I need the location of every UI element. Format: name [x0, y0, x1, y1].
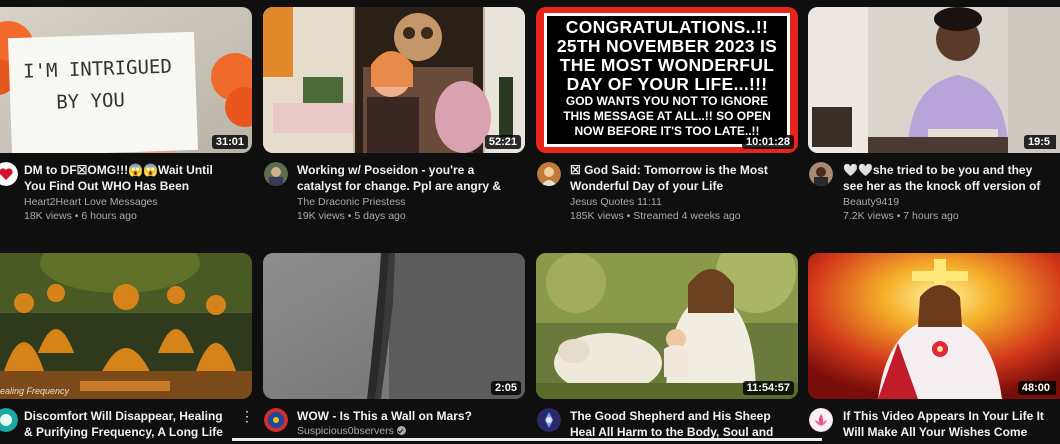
channel-name[interactable]: Jesus Quotes 11:11 — [570, 196, 662, 208]
thumbnail-image — [263, 253, 525, 399]
thumbnail-caption: ealing Frequency — [0, 386, 70, 396]
channel-avatar[interactable] — [537, 162, 561, 186]
channel-name[interactable]: Beauty9419 — [843, 196, 899, 208]
channel-name[interactable]: The Draconic Priestess — [297, 196, 406, 208]
thumbnail-announcement: CONGRATULATIONS..!! 25TH NOVEMBER 2023 I… — [544, 13, 790, 147]
video-title[interactable]: DM to DF☒OMG!!!😱😱Wait Until You Find Out… — [24, 162, 234, 194]
video-title[interactable]: Discomfort Will Disappear, Healing & Pur… — [24, 408, 234, 440]
video-title[interactable]: The Good Shepherd and His Sheep Heal All… — [570, 408, 782, 440]
video-duration: 31:01 — [211, 135, 248, 149]
video-duration: 52:21 — [484, 135, 521, 149]
video-duration: 2:05 — [490, 381, 521, 395]
thumbnail-note: I'M INTRIGUED BY YOU — [7, 31, 199, 153]
video-meta: 185K views • Streamed 4 weeks ago — [570, 210, 741, 222]
video-title[interactable]: ☒ God Said: Tomorrow is the Most Wonderf… — [570, 162, 782, 194]
channel-avatar[interactable] — [809, 408, 833, 432]
thumbnail-text-line: I'M INTRIGUED — [22, 55, 173, 83]
more-vert-icon[interactable]: ⋮ — [240, 408, 254, 424]
video-title[interactable]: If This Video Appears In Your Life It Wi… — [843, 408, 1053, 440]
video-meta: 7.2K views • 7 hours ago — [843, 210, 959, 222]
thumbnail-text-line: CONGRATULATIONS..!! — [565, 17, 769, 37]
thumbnail-image — [263, 7, 525, 153]
channel-avatar[interactable] — [264, 408, 288, 432]
video-meta: 19K views • 5 days ago — [297, 210, 406, 222]
video-thumbnail[interactable]: CONGRATULATIONS..!! 25TH NOVEMBER 2023 I… — [536, 7, 798, 153]
thumbnail-text-line: DAY OF YOUR LIFE...!!! — [566, 74, 768, 94]
video-duration: 10:01:28 — [741, 135, 794, 149]
channel-avatar[interactable] — [809, 162, 833, 186]
video-thumbnail[interactable]: I'M INTRIGUED BY YOU 31:01 — [0, 7, 252, 153]
video-duration: 11:54:57 — [742, 381, 794, 395]
video-thumbnail[interactable]: 19:5 — [808, 7, 1060, 153]
video-title[interactable]: Working w/ Poseidon - you're a catalyst … — [297, 162, 509, 194]
video-thumbnail[interactable]: 48:00 — [808, 253, 1060, 399]
thumbnail-image — [808, 7, 1060, 153]
thumbnail-text-line: BY YOU — [55, 89, 126, 114]
thumbnail-text-line: 25TH NOVEMBER 2023 IS — [556, 36, 778, 56]
video-thumbnail[interactable]: 52:21 — [263, 7, 525, 153]
video-thumbnail[interactable]: ealing Frequency — [0, 253, 252, 399]
channel-avatar[interactable] — [264, 162, 288, 186]
channel-avatar[interactable] — [0, 162, 18, 186]
video-title[interactable]: 🤍🤍she tried to be you and they see her a… — [843, 162, 1047, 194]
thumbnail-text-line: GOD WANTS YOU NOT TO IGNORE — [565, 94, 769, 108]
channel-avatar[interactable] — [537, 408, 561, 432]
scroll-indicator — [232, 438, 822, 441]
verified-badge-icon — [396, 426, 406, 435]
video-thumbnail[interactable]: 11:54:57 — [536, 253, 798, 399]
thumbnail-image — [0, 253, 252, 399]
channel-name-text: Suspicious0bservers — [297, 425, 394, 437]
video-duration: 19:5 — [1023, 135, 1056, 149]
channel-name[interactable]: Suspicious0bservers — [297, 425, 406, 437]
video-meta: 18K views • 6 hours ago — [24, 210, 137, 222]
thumbnail-text-line: NOW BEFORE IT'S TOO LATE..!! — [574, 124, 760, 138]
thumbnail-text-line: THE MOST WONDERFUL — [559, 55, 775, 75]
channel-avatar[interactable] — [0, 408, 18, 432]
video-title[interactable]: WOW - Is This a Wall on Mars? — [297, 408, 509, 424]
channel-name[interactable]: Heart2Heart Love Messages — [24, 196, 158, 208]
thumbnail-image — [536, 253, 798, 399]
video-duration: 48:00 — [1017, 381, 1056, 395]
thumbnail-image — [808, 253, 1060, 399]
video-thumbnail[interactable]: 2:05 — [263, 253, 525, 399]
thumbnail-text-line: THIS MESSAGE AT ALL..!! SO OPEN — [563, 109, 771, 123]
